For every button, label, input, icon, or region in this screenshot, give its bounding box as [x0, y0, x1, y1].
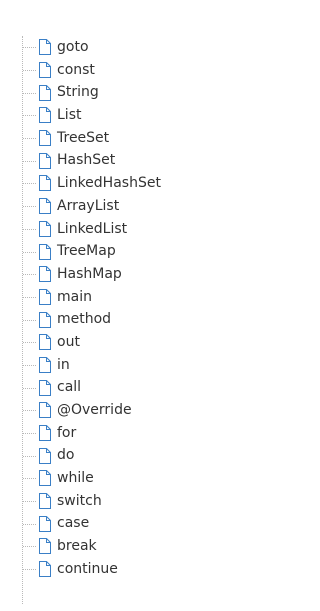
file-icon — [39, 288, 51, 305]
tree-item-label: do — [57, 447, 75, 464]
tree-item[interactable]: main — [14, 286, 269, 309]
file-icon — [39, 493, 51, 510]
tree-item[interactable]: const — [14, 59, 269, 82]
tree-item-label: HashMap — [57, 265, 122, 282]
file-icon — [39, 152, 51, 169]
tree-item[interactable]: HashMap — [14, 263, 269, 286]
file-icon — [39, 243, 51, 260]
file-icon — [39, 515, 51, 532]
tree-item[interactable]: switch — [14, 490, 269, 513]
tree-item[interactable]: break — [14, 535, 269, 558]
tree-item-label: while — [57, 470, 94, 487]
tree-item[interactable]: continue — [14, 558, 269, 581]
tree-item[interactable]: ArrayList — [14, 195, 269, 218]
file-icon — [39, 62, 51, 79]
tree-item-label: break — [57, 538, 97, 555]
file-icon — [39, 334, 51, 351]
tree-item-label: String — [57, 84, 99, 101]
tree-item[interactable]: for — [14, 422, 269, 445]
tree-item-label: const — [57, 61, 95, 78]
file-icon — [39, 220, 51, 237]
tree-item[interactable]: LinkedList — [14, 218, 269, 241]
file-icon — [39, 198, 51, 215]
file-icon — [39, 39, 51, 56]
file-icon — [39, 107, 51, 124]
tree-item-label: HashSet — [57, 152, 116, 169]
file-icon — [39, 311, 51, 328]
tree-item-label: goto — [57, 39, 89, 55]
tree-item-label: for — [57, 424, 77, 441]
tree-item-label: ArrayList — [57, 197, 120, 214]
tree-item[interactable]: method — [14, 308, 269, 331]
tree-item[interactable]: TreeMap — [14, 240, 269, 263]
tree-item[interactable]: out — [14, 331, 269, 354]
tree-item[interactable]: TreeSet — [14, 127, 269, 150]
tree-item-label: LinkedHashSet — [57, 175, 161, 192]
file-icon — [39, 130, 51, 147]
file-icon — [39, 84, 51, 101]
file-icon — [39, 379, 51, 396]
tree-item-label: out — [57, 333, 80, 350]
tree-item[interactable]: case — [14, 512, 269, 535]
tree-item[interactable]: goto — [14, 36, 269, 59]
tree-item-label: in — [57, 356, 70, 373]
file-icon — [39, 561, 51, 578]
file-icon — [39, 538, 51, 555]
tree-item-label: TreeSet — [57, 129, 110, 146]
tree-list: goto const String List TreeSet HashSet L… — [14, 36, 269, 581]
tree-item[interactable]: in — [14, 354, 269, 377]
file-icon — [39, 402, 51, 419]
tree-item[interactable]: do — [14, 444, 269, 467]
file-icon — [39, 447, 51, 464]
file-icon — [39, 425, 51, 442]
file-tree: goto const String List TreeSet HashSet L… — [14, 36, 269, 604]
tree-item-label: continue — [57, 560, 118, 577]
tree-item-label: LinkedList — [57, 220, 128, 237]
tree-item-label: @Override — [57, 402, 132, 418]
tree-item-label: List — [57, 107, 82, 124]
tree-item-label: method — [57, 311, 112, 328]
tree-item-label: TreeMap — [57, 243, 116, 260]
file-icon — [39, 266, 51, 283]
tree-item[interactable]: String — [14, 81, 269, 104]
tree-item[interactable]: HashSet — [14, 149, 269, 172]
file-icon — [39, 175, 51, 192]
tree-item[interactable]: call — [14, 376, 269, 399]
tree-item-label: call — [57, 379, 82, 396]
tree-item-label: main — [57, 288, 92, 305]
tree-item-label: case — [57, 515, 90, 532]
tree-item[interactable]: @Override — [14, 399, 269, 422]
tree-item-label: switch — [57, 492, 102, 509]
file-icon — [39, 470, 51, 487]
tree-item[interactable]: List — [14, 104, 269, 127]
tree-item[interactable]: LinkedHashSet — [14, 172, 269, 195]
file-icon — [39, 356, 51, 373]
tree-item[interactable]: while — [14, 467, 269, 490]
